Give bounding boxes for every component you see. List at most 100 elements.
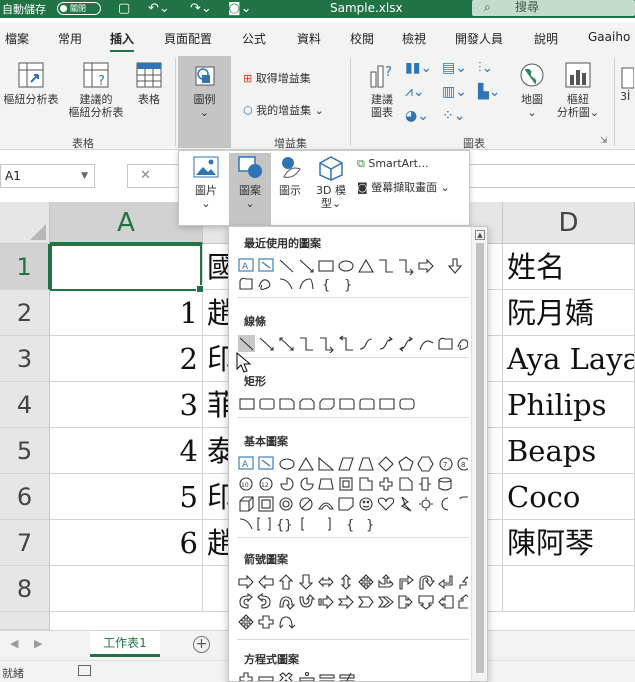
cell-a7[interactable]: 6: [50, 520, 203, 566]
row-header-2[interactable]: 2: [0, 290, 50, 336]
sheet-tab-1[interactable]: 工作表1: [90, 631, 160, 657]
row-header-7[interactable]: 7: [0, 520, 50, 566]
tab-insert[interactable]: 插入: [110, 30, 135, 53]
recent-shapes-row-1[interactable]: A: [238, 257, 468, 275]
column-header-d[interactable]: D: [503, 202, 635, 244]
camera-icon[interactable]: ◙⌄: [228, 0, 252, 17]
search-box[interactable]: ⌕ 搜尋: [472, 0, 635, 16]
basic-shapes-row-2[interactable]: 10 12: [238, 475, 468, 493]
pivot-chart-button[interactable]: 樞紐 分析圖⌄: [553, 60, 603, 119]
waterfall-chart-icon[interactable]: ⫶⌄: [478, 60, 493, 76]
recommended-charts-icon: ?: [370, 65, 392, 88]
get-addins-button[interactable]: ⊞ 取得增益集: [243, 70, 311, 86]
select-all-corner[interactable]: [0, 202, 50, 244]
recent-shapes-row-2[interactable]: { }: [238, 275, 468, 293]
cell-a5[interactable]: 4: [50, 428, 203, 474]
rectangles-row[interactable]: [238, 395, 468, 413]
row-header-9[interactable]: [0, 612, 50, 630]
combo-chart-icon[interactable]: ▙⌄: [478, 84, 501, 100]
tab-page-layout[interactable]: 頁面配置: [164, 30, 212, 47]
arrows-row-2[interactable]: [238, 593, 468, 611]
pivot-table-button[interactable]: 樞紐分析表: [0, 60, 62, 106]
undo-icon[interactable]: ↶⌄: [148, 0, 170, 17]
row-header-8[interactable]: 8: [0, 566, 50, 612]
equation-shapes-row[interactable]: [238, 671, 468, 681]
recommended-pivot-button[interactable]: ? 建議的 樞紐分析表: [62, 60, 130, 119]
scatter-chart-icon[interactable]: ⁘⌄: [442, 108, 465, 124]
tab-file[interactable]: 檔案: [5, 30, 29, 47]
tab-formulas[interactable]: 公式: [242, 30, 266, 47]
section-divider: [237, 297, 469, 298]
row-header-6[interactable]: 6: [0, 474, 50, 520]
cell-d5[interactable]: Beaps: [503, 428, 635, 474]
cell-a8[interactable]: [50, 566, 203, 612]
hierarchy-chart-icon[interactable]: ▤⌄: [442, 60, 467, 76]
smartart-button[interactable]: ⧉ SmartArt...: [357, 157, 428, 171]
cell-a6[interactable]: 5: [50, 474, 203, 520]
basic-shapes-row-3[interactable]: [238, 495, 468, 513]
autosave-toggle[interactable]: 關閉: [57, 2, 101, 15]
picture-button[interactable]: 圖片 ⌄: [185, 155, 227, 210]
cell-d6[interactable]: Coco: [503, 474, 635, 520]
icons-button[interactable]: 圖示: [275, 155, 305, 197]
basic-shapes-row-1[interactable]: A 7 8: [238, 455, 468, 473]
equation-shapes-heading: 方程式圖案: [244, 653, 299, 666]
table-button[interactable]: 表格: [132, 60, 166, 106]
column-chart-icon[interactable]: ▮▮⌄: [405, 60, 432, 76]
dialog-launcher-icon[interactable]: ⇲: [600, 136, 608, 146]
redo-icon[interactable]: ↷⌄: [190, 0, 212, 17]
cell-a2[interactable]: 1: [50, 290, 203, 336]
cell-a4[interactable]: 3: [50, 382, 203, 428]
screenshot-label: 螢幕擷取畫面: [371, 181, 438, 194]
recommended-pivot-icon: ?: [83, 62, 109, 89]
arrows-heading: 箭號圖案: [244, 553, 288, 566]
cell-d2[interactable]: 阮月嬌: [503, 290, 635, 336]
recommended-charts-button[interactable]: ? 建議 圖表: [364, 60, 400, 119]
tab-help[interactable]: 說明: [534, 30, 558, 47]
cell-d8[interactable]: [503, 566, 635, 612]
row-header-4[interactable]: 4: [0, 382, 50, 428]
shapes-scrollbar[interactable]: ▲: [471, 227, 487, 681]
scroll-up-icon[interactable]: ▲: [475, 230, 485, 240]
add-sheet-icon[interactable]: +: [193, 636, 210, 653]
cell-d7[interactable]: 陳阿琴: [503, 520, 635, 566]
name-box[interactable]: A1 ▼: [0, 164, 95, 188]
save-icon[interactable]: ▢: [118, 0, 130, 17]
3d-map-button[interactable]: 3İ: [620, 66, 635, 103]
cell-d3[interactable]: Aya Laya: [503, 336, 635, 382]
3d-models-label1: 3D 模: [316, 184, 346, 197]
accessibility-icon[interactable]: [78, 665, 91, 676]
arrows-row-1[interactable]: [238, 573, 468, 591]
basic-shapes-row-4[interactable]: {} { }: [238, 515, 468, 533]
pie-chart-icon[interactable]: ◕⌄: [405, 108, 429, 124]
tab-developer[interactable]: 開發人員: [455, 30, 503, 47]
lines-row[interactable]: [238, 335, 468, 353]
tab-view[interactable]: 檢視: [402, 30, 426, 47]
row-header-5[interactable]: 5: [0, 428, 50, 474]
row-header-1[interactable]: 1: [0, 244, 50, 290]
line-chart-icon[interactable]: ⩘⌄: [405, 84, 425, 100]
map-button[interactable]: 地圖 ⌄: [514, 60, 550, 119]
screenshot-button[interactable]: ◙ 螢幕擷取畫面 ⌄: [357, 179, 450, 195]
chevron-down-icon[interactable]: ▼: [81, 165, 88, 187]
sheet-next-icon[interactable]: ▶: [34, 637, 42, 650]
autosave-label: 自動儲存: [2, 3, 46, 16]
shapes-button[interactable]: 圖案 ⌄: [229, 153, 271, 225]
illustrations-button[interactable]: 圖例 ⌄: [178, 56, 231, 148]
cell-d4[interactable]: Philips: [503, 382, 635, 428]
tab-review[interactable]: 校閱: [350, 30, 374, 47]
my-addins-button[interactable]: ⬡ 我的增益集 ⌄: [243, 102, 324, 118]
tab-home[interactable]: 常用: [58, 30, 82, 47]
sheet-prev-icon[interactable]: ◀: [10, 637, 18, 650]
cell-d1[interactable]: 姓名: [503, 244, 635, 290]
row-header-3[interactable]: 3: [0, 336, 50, 382]
scroll-thumb[interactable]: [476, 243, 484, 673]
cell-a3[interactable]: 2: [50, 336, 203, 382]
cancel-icon[interactable]: ✕: [140, 168, 151, 183]
tab-gaaiho[interactable]: Gaaiho P: [588, 30, 635, 44]
arrows-row-3[interactable]: [238, 613, 468, 631]
shapes-gallery: 最近使用的圖案 A { } 線條 矩形 基本圖案 A 7 8 10 12 {} …: [228, 226, 488, 682]
statistic-chart-icon[interactable]: ▥⌄: [442, 84, 467, 100]
3d-models-button[interactable]: 3D 模 型⌄: [309, 155, 353, 210]
tab-data[interactable]: 資料: [297, 30, 321, 47]
